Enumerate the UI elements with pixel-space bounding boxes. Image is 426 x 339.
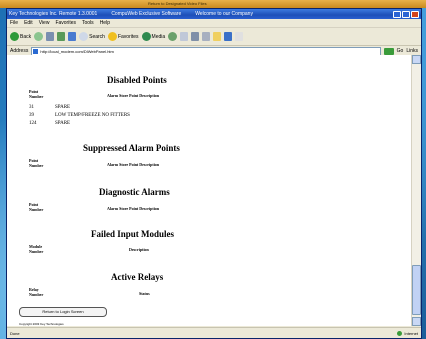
folder-icon[interactable] (213, 32, 222, 41)
col-header-module-number: Module Number (29, 244, 44, 254)
close-button[interactable] (411, 10, 419, 18)
menu-file[interactable]: File (10, 20, 18, 26)
scroll-up-button[interactable] (412, 55, 421, 64)
print-icon[interactable] (191, 32, 200, 41)
browser-window: Key Technologies Inc. Remote 1.3.0001 Co… (6, 8, 422, 339)
status-text: Done (10, 330, 20, 336)
go-label[interactable]: Go (397, 48, 404, 54)
page-content: Disabled Points Point Number Alarm Store… (7, 55, 411, 326)
col-header-description: Alarm Store Point Description (107, 93, 160, 98)
research-icon[interactable] (235, 32, 244, 41)
security-zone: Internet (397, 330, 418, 336)
section-heading-diagnostic: Diagnostic Alarms (99, 187, 170, 197)
page-icon (33, 48, 39, 54)
search-label: Search (89, 33, 105, 40)
menu-tools[interactable]: Tools (82, 20, 94, 26)
top-strip-caption: Return to Designated Video Files (148, 1, 207, 6)
menu-bar: File Edit View Favorites Tools Help (7, 19, 421, 28)
edit-icon[interactable] (202, 32, 211, 41)
copyright-text: Copyright 2003 Key Technologies (19, 322, 64, 326)
col-header-status: Status (139, 291, 150, 296)
row-description: LOW TEMP/FREEZE NO FITTERS (55, 113, 130, 118)
menu-favorites[interactable]: Favorites (55, 20, 76, 26)
zone-label: Internet (404, 330, 418, 336)
section-heading-failed-modules: Failed Input Modules (91, 229, 175, 239)
search-icon (79, 32, 89, 41)
scroll-down-button[interactable] (412, 317, 421, 326)
title-bar: Key Technologies Inc. Remote 1.3.0001 Co… (7, 9, 421, 19)
top-strip: Return to Designated Video Files (0, 0, 426, 8)
address-url: http://local_modem.com/DiWebPanel.htm (40, 48, 114, 54)
menu-view[interactable]: View (39, 20, 50, 26)
section-heading-disabled: Disabled Points (107, 75, 167, 85)
stop-icon[interactable] (46, 32, 55, 41)
section-heading-suppressed: Suppressed Alarm Points (83, 143, 180, 153)
col-header-description: Description (129, 247, 149, 252)
history-icon[interactable] (168, 32, 178, 41)
media-button[interactable]: Media (141, 32, 166, 41)
col-header-point-number: Point Number (29, 158, 44, 168)
row-number: 124 (29, 121, 37, 126)
row-description: SPARE (55, 121, 71, 126)
status-bar: Done Internet (7, 327, 421, 338)
favorites-button[interactable]: Favorites (107, 32, 139, 41)
star-icon (107, 32, 117, 41)
menu-edit[interactable]: Edit (24, 20, 33, 26)
links-label[interactable]: Links (406, 48, 418, 54)
home-icon[interactable] (68, 32, 77, 41)
refresh-icon[interactable] (57, 32, 66, 41)
search-button[interactable]: Search (79, 32, 105, 41)
col-header-point-number: Point Number (29, 89, 43, 99)
toolbar: Back Search Favorites Media (7, 28, 421, 46)
title-text-3: Welcome to our Company (195, 11, 253, 17)
col-header-relay-number: Relay Number (29, 287, 44, 297)
row-number: 39 (29, 113, 34, 118)
mail-icon[interactable] (180, 32, 189, 41)
col-header-text: Point Number (29, 89, 44, 99)
back-button[interactable]: Back (10, 32, 31, 41)
vertical-scrollbar[interactable] (411, 55, 421, 326)
col-header-point-number: Point Number (29, 202, 44, 212)
scroll-thumb[interactable] (412, 265, 421, 315)
return-to-login-button[interactable]: Return to Login Screen (19, 307, 107, 317)
favorites-label: Favorites (117, 33, 139, 40)
maximize-button[interactable] (402, 10, 410, 18)
row-description: SPARE (55, 105, 71, 110)
col-header-description: Alarm Store Point Description (107, 162, 160, 167)
menu-help[interactable]: Help (100, 20, 110, 26)
back-label: Back (20, 33, 32, 40)
address-label: Address (10, 48, 29, 54)
section-heading-active-relays: Active Relays (111, 272, 164, 282)
back-arrow-icon (10, 32, 19, 41)
minimize-button[interactable] (393, 10, 401, 18)
title-text-1: Key Technologies Inc. Remote 1.3.0001 (9, 11, 98, 17)
go-button[interactable] (383, 47, 394, 55)
row-number: 31 (29, 105, 34, 110)
col-header-description: Alarm Store Point Description (107, 206, 160, 211)
messenger-icon[interactable] (224, 32, 233, 41)
internet-zone-icon (397, 330, 403, 336)
media-icon (141, 32, 151, 41)
title-text-2: CompuWeb Exclusive Software (111, 11, 182, 17)
media-label: Media (151, 33, 166, 40)
forward-arrow-icon[interactable] (34, 32, 44, 41)
